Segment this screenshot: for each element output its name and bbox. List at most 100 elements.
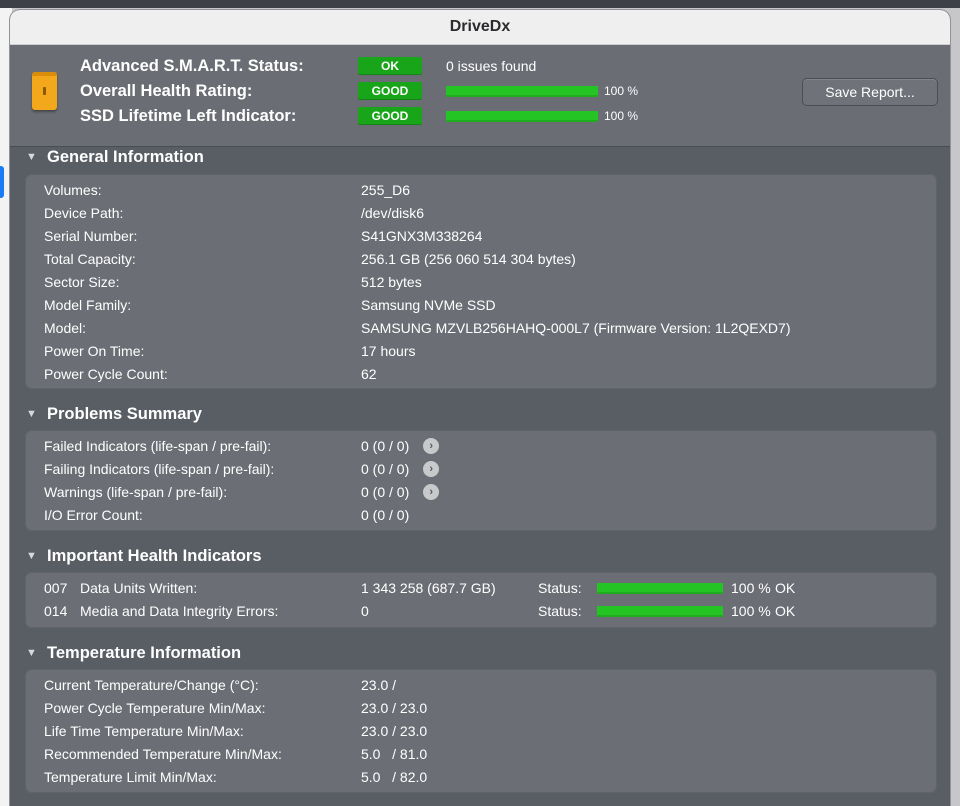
info-label: Volumes: [44,182,102,198]
temperature-label: Recommended Temperature Min/Max: [44,746,282,762]
indicator-progress-bar [597,605,723,617]
lifetime-percent: 100 % [604,109,639,123]
indicator-label: Media and Data Integrity Errors: [80,603,279,619]
save-report-button[interactable]: Save Report... [802,78,938,106]
temperature-label: Life Time Temperature Min/Max: [44,723,244,739]
info-row: Sector Size: 512 bytes [44,272,422,292]
disclosure-triangle-icon[interactable]: ▼ [26,408,47,420]
info-label: Power Cycle Count: [44,366,168,382]
desktop-background [0,0,960,8]
window-title: DriveDx [449,18,511,35]
temperature-row: Power Cycle Temperature Min/Max: 23.0 / 2… [44,698,427,718]
health-progress-bar [446,85,598,97]
info-label: Serial Number: [44,228,138,244]
indicator-percent: 100 % [731,580,771,596]
health-rating-badge: GOOD [358,82,422,100]
temperature-value: 23.0 / [361,677,397,693]
info-row: Power On Time: 17 hours [44,341,415,361]
health-rating-label: Overall Health Rating: [80,81,253,100]
indicator-percent: 100 % [731,603,771,619]
temperature-row: Life Time Temperature Min/Max: 23.0 / 23.… [44,721,427,741]
info-value: Samsung NVMe SSD [361,297,496,313]
drive-icon [32,72,57,110]
indicator-code: 014 [44,603,68,619]
lifetime-row: SSD Lifetime Left Indicator: GOOD 100 % [80,105,638,127]
disclosure-triangle-icon[interactable]: ▼ [26,647,47,659]
problem-value: 0 (0 / 0) [361,507,410,523]
indicator-progress-bar [597,582,723,594]
details-arrow-icon[interactable]: › [423,438,440,454]
info-label: Model: [44,320,87,336]
info-row: Model: SAMSUNG MZVLB256HAHQ-000L7 (Firmwa… [44,318,790,338]
indicator-label: Data Units Written: [80,580,198,596]
title-bar[interactable]: DriveDx [10,10,950,45]
lifetime-label: SSD Lifetime Left Indicator: [80,106,297,125]
status-label: Status: [538,580,582,596]
info-row: Volumes: 255_D6 [44,180,410,200]
temperature-row: Current Temperature/Change (°C): 23.0 / [44,675,396,695]
temperature-label: Current Temperature/Change (°C): [44,677,259,693]
temperature-label: Temperature Limit Min/Max: [44,769,217,785]
background-selection-indicator [0,166,4,198]
problems-summary-panel: Failed Indicators (life-span / pre-fail)… [25,430,937,531]
indicator-result: OK [775,603,796,619]
disclosure-triangle-icon[interactable]: ▼ [26,151,47,163]
health-indicators-header[interactable]: ▼ Important Health Indicators [26,546,262,566]
problem-label: Warnings (life-span / pre-fail): [44,484,228,500]
details-arrow-icon[interactable]: › [423,461,440,477]
health-indicators-panel: 007 Data Units Written: 1 343 258 (687.7… [25,572,937,628]
problem-label: Failed Indicators (life-span / pre-fail)… [44,438,272,454]
general-info-header[interactable]: ▼ General Information [26,147,204,167]
problem-row: I/O Error Count: 0 (0 / 0) [44,505,409,525]
lifetime-badge: GOOD [358,107,422,125]
info-value: 255_D6 [361,182,411,198]
details-arrow-icon[interactable]: › [423,484,440,500]
info-value: 17 hours [361,343,416,359]
indicator-row: 007 Data Units Written: 1 343 258 (687.7… [44,578,795,598]
temperature-info-header[interactable]: ▼ Temperature Information [26,643,241,663]
indicator-value: 0 [361,603,369,619]
problems-summary-header[interactable]: ▼ Problems Summary [26,404,202,424]
health-indicators-title: Important Health Indicators [47,546,262,565]
info-value: 512 bytes [361,274,422,290]
health-rating-row: Overall Health Rating: GOOD 100 % [80,80,638,102]
info-value: 62 [361,366,377,382]
temperature-label: Power Cycle Temperature Min/Max: [44,700,266,716]
info-value: /dev/disk6 [361,205,425,221]
temperature-info-panel: Current Temperature/Change (°C): 23.0 / P… [25,669,937,793]
info-label: Power On Time: [44,343,145,359]
health-percent: 100 % [604,84,639,98]
info-label: Total Capacity: [44,251,136,267]
smart-status-badge: OK [358,57,422,75]
temperature-info-title: Temperature Information [47,643,242,662]
smart-status-row: Advanced S.M.A.R.T. Status: OK 0 issues … [80,55,536,77]
temperature-row: Temperature Limit Min/Max: 5.0 / 82.0 [44,767,427,787]
disclosure-triangle-icon[interactable]: ▼ [26,550,47,562]
indicator-result: OK [775,580,796,596]
info-value: S41GNX3M338264 [361,228,483,244]
info-value: SAMSUNG MZVLB256HAHQ-000L7 (Firmware Ver… [361,320,791,336]
problem-row: Failed Indicators (life-span / pre-fail)… [44,436,440,456]
temperature-row: Recommended Temperature Min/Max: 5.0 / 81… [44,744,427,764]
app-window: DriveDx Advanced S.M.A.R.T. Status: OK 0… [10,10,950,806]
info-label: Sector Size: [44,274,120,290]
problem-value: 0 (0 / 0) [361,484,410,500]
indicator-row: 014 Media and Data Integrity Errors: 0 S… [44,601,795,621]
indicator-code: 007 [44,580,68,596]
problem-row: Failing Indicators (life-span / pre-fail… [44,459,440,479]
temperature-value: 5.0 / 81.0 [361,746,428,762]
temperature-value: 23.0 / 23.0 [361,700,428,716]
problem-row: Warnings (life-span / pre-fail): 0 (0 / 0… [44,482,440,502]
info-row: Device Path: /dev/disk6 [44,203,424,223]
info-label: Model Family: [44,297,132,313]
problems-summary-title: Problems Summary [47,404,202,423]
problem-label: Failing Indicators (life-span / pre-fail… [44,461,275,477]
general-info-panel: Volumes: 255_D6 Device Path: /dev/disk6 Se… [25,174,937,389]
problem-label: I/O Error Count: [44,507,143,523]
general-info-title: General Information [47,147,204,166]
lifetime-progress-bar [446,110,598,122]
info-value: 256.1 GB (256 060 514 304 bytes) [361,251,576,267]
status-header: Advanced S.M.A.R.T. Status: OK 0 issues … [10,45,950,147]
info-row: Serial Number: S41GNX3M338264 [44,226,482,246]
temperature-value: 23.0 / 23.0 [361,723,428,739]
